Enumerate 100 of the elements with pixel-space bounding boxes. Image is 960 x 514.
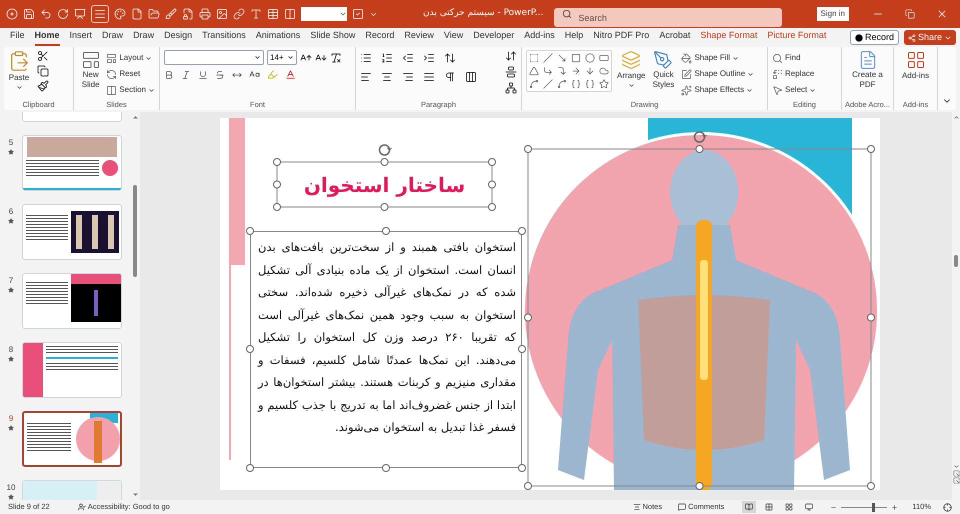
ribbon-tab[interactable]: File xyxy=(10,29,25,46)
undo-icon[interactable] xyxy=(40,8,52,20)
paste-button[interactable]: Paste xyxy=(8,50,30,91)
search-field[interactable]: Search xyxy=(554,8,782,27)
layout-button[interactable]: Layout xyxy=(106,50,155,66)
palette-icon[interactable] xyxy=(114,8,126,20)
align-center-icon[interactable] xyxy=(381,71,393,83)
line-icon[interactable] xyxy=(543,53,553,63)
resize-handle[interactable] xyxy=(246,464,254,472)
quick-styles-button[interactable]: Quick Styles xyxy=(648,50,678,90)
ribbon-tab[interactable]: Acrobat xyxy=(659,29,690,46)
ribbon-tab[interactable]: Developer xyxy=(473,29,514,46)
oval-icon[interactable] xyxy=(585,53,595,63)
file-lock-icon[interactable] xyxy=(182,8,194,20)
new-slide-button[interactable]: New Slide xyxy=(78,50,104,90)
elbow-arrow-icon[interactable] xyxy=(557,66,567,76)
zoom-thumb[interactable] xyxy=(872,502,876,512)
close-icon[interactable] xyxy=(936,8,948,20)
resize-handle[interactable] xyxy=(518,227,526,235)
brace-icon[interactable] xyxy=(571,79,581,89)
scrollbar-thumb[interactable] xyxy=(954,255,958,267)
ribbon-tab[interactable]: Slide Show xyxy=(310,29,356,46)
scrollbar-thumb[interactable] xyxy=(133,185,137,277)
underline-icon[interactable] xyxy=(198,70,208,80)
shape-effects-button[interactable]: Shape Effects xyxy=(681,82,754,98)
shape-fill-button[interactable]: Shape Fill xyxy=(681,50,754,66)
add-ins-button[interactable]: Add-ins xyxy=(898,50,933,82)
ribbon-tab[interactable]: Animations xyxy=(256,29,300,46)
brush-icon[interactable] xyxy=(165,8,177,20)
rounded-rectangle-icon[interactable] xyxy=(599,53,609,63)
ribbon-tab[interactable]: View xyxy=(444,29,464,46)
resize-handle[interactable] xyxy=(382,227,390,235)
find-button[interactable]: Find xyxy=(772,50,816,66)
clear-formatting-icon[interactable] xyxy=(330,52,342,64)
font-name-field[interactable] xyxy=(164,50,264,65)
right-arrow-icon[interactable] xyxy=(571,66,581,76)
reset-button[interactable]: Reset xyxy=(106,66,155,82)
table-icon[interactable] xyxy=(267,8,279,20)
justify-icon[interactable] xyxy=(423,71,435,83)
smartart-icon[interactable] xyxy=(505,82,517,94)
decrease-indent-icon[interactable] xyxy=(402,52,414,64)
scroll-up-icon[interactable] xyxy=(132,114,138,121)
text-direction-icon[interactable] xyxy=(505,50,517,62)
cloud-shape-icon[interactable] xyxy=(599,66,609,76)
printer-icon[interactable] xyxy=(199,8,211,20)
pilcrow-icon[interactable] xyxy=(444,71,456,83)
dropdown-field[interactable] xyxy=(301,7,347,21)
sign-in-button[interactable]: Sign in xyxy=(816,7,849,21)
ribbon-tab[interactable]: Insert xyxy=(70,29,92,46)
arrow-line-icon[interactable] xyxy=(557,53,567,63)
format-painter-icon[interactable] xyxy=(37,80,49,92)
autosave-icon[interactable] xyxy=(6,8,18,20)
link-icon[interactable] xyxy=(233,8,245,20)
strikethrough-icon[interactable] xyxy=(215,70,225,80)
slide-thumbnail[interactable] xyxy=(22,411,122,467)
zoom-in-icon[interactable] xyxy=(891,504,898,510)
selection-frame[interactable] xyxy=(250,231,522,468)
text-style-icon[interactable] xyxy=(250,8,262,20)
cut-icon[interactable] xyxy=(37,50,49,62)
ribbon-tab[interactable]: Nitro PDF Pro xyxy=(593,29,650,46)
menu-toggle-button[interactable] xyxy=(91,5,109,23)
ribbon-tab[interactable]: Picture Format xyxy=(767,29,826,46)
select-button[interactable]: Select xyxy=(772,82,816,98)
ribbon-tab[interactable]: Review xyxy=(404,29,434,46)
ribbon-tab[interactable]: Design xyxy=(164,29,192,46)
resize-handle[interactable] xyxy=(518,345,526,353)
shrink-font-icon[interactable] xyxy=(315,52,327,64)
folder-icon[interactable] xyxy=(148,8,160,20)
align-text-icon[interactable] xyxy=(505,66,517,78)
redo-icon[interactable] xyxy=(57,8,69,20)
rectangle-icon[interactable] xyxy=(571,53,581,63)
brace-icon[interactable] xyxy=(585,79,595,89)
shapes-gallery[interactable] xyxy=(526,50,612,92)
scroll-up-icon[interactable] xyxy=(952,114,960,121)
resize-handle[interactable] xyxy=(246,227,254,235)
shape-outline-button[interactable]: Shape Outline xyxy=(681,66,754,82)
resize-handle[interactable] xyxy=(382,464,390,472)
line-spacing-icon[interactable] xyxy=(444,52,456,64)
save-icon[interactable] xyxy=(23,8,35,20)
ribbon-tab[interactable]: Shape Format xyxy=(700,29,758,46)
presentation-icon[interactable] xyxy=(74,8,86,20)
new-file-icon[interactable] xyxy=(131,8,143,20)
curve-icon[interactable] xyxy=(529,79,539,89)
resize-handle[interactable] xyxy=(518,464,526,472)
resize-handle[interactable] xyxy=(246,345,254,353)
arrange-button[interactable]: Arrange xyxy=(617,50,646,89)
view-button[interactable] xyxy=(742,501,756,513)
columns-icon[interactable] xyxy=(465,71,477,83)
ribbon-tab[interactable]: Transitions xyxy=(202,29,246,46)
text-box-icon[interactable] xyxy=(529,53,539,63)
ribbon-tab[interactable]: Draw xyxy=(133,29,154,46)
align-right-icon[interactable] xyxy=(402,71,414,83)
scroll-down-icon[interactable] xyxy=(132,491,138,498)
picture-icon[interactable] xyxy=(216,8,228,20)
replace-button[interactable]: Replace xyxy=(772,66,816,82)
increase-indent-icon[interactable] xyxy=(423,52,435,64)
ribbon-tab[interactable]: Help xyxy=(564,29,584,46)
ribbon-tab[interactable]: Add-ins xyxy=(524,29,555,46)
ribbon-tab[interactable]: Record xyxy=(365,29,394,46)
star-icon[interactable] xyxy=(599,79,609,89)
